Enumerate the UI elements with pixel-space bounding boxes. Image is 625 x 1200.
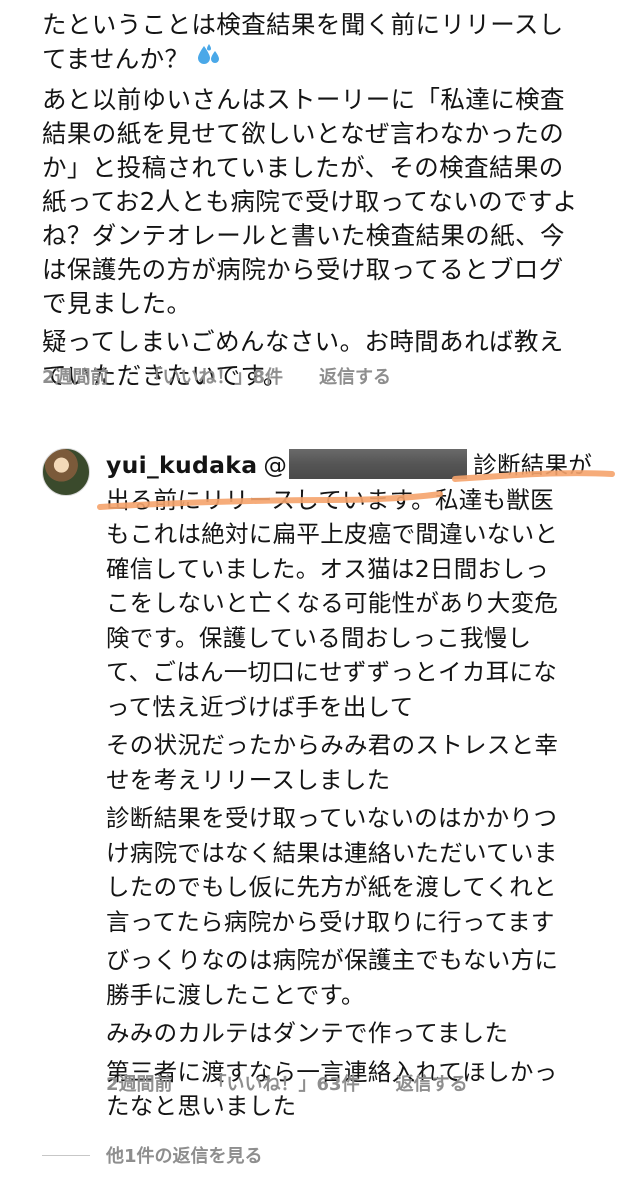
comment-text-line: か」と投稿されていましたが、その検査結果の: [42, 153, 564, 182]
comment-text-line: あと以前ゆいさんはストーリーに「私達に検査: [42, 85, 565, 114]
reply-paragraph: 診断結果を受け取っていないのはかかりつ け病院ではなく結果は連絡いただいていま …: [106, 801, 616, 939]
reply-paragraph: その状況だったからみみ君のストレスと幸 せを考えリリースしました: [106, 728, 616, 797]
redacted-mention: [289, 449, 468, 479]
mention-prefix: @: [263, 451, 288, 479]
divider-line: [42, 1154, 90, 1156]
reply-paragraph: みみのカルテはダンテで作ってました: [106, 1016, 616, 1051]
comment-paragraph: あと以前ゆいさんはストーリーに「私達に検査 結果の紙を見せて欲しいとなぜ言わなか…: [42, 83, 602, 321]
reply-text-line: って怯え近づけば手を出して: [106, 692, 414, 721]
comment-thread: たということは検査結果を聞く前にリリースし てませんか？ あと以前ゆいさんはスト…: [0, 0, 625, 1200]
reply-button[interactable]: 返信する: [396, 1070, 468, 1096]
reply-text-line: みみのカルテはダンテで作ってました: [106, 1019, 509, 1047]
comment-timestamp: 2週間前: [42, 367, 109, 388]
reply-first-line: yui_kudaka @ 診断結果が: [106, 448, 616, 483]
reply-paragraph: びっくりなのは病院が保護主でもない方に 勝手に渡したことです。: [106, 943, 616, 1012]
view-more-replies-label: 他1件の返信を見る: [106, 1146, 263, 1167]
reply-text-line: せを考えリリースしました: [106, 765, 391, 794]
comment-text-line: 紙ってお2人とも病院で受け取ってないのですよ: [42, 187, 578, 216]
reply-paragraph: yui_kudaka @ 診断結果が 出る前にリリースしています。私達も獣医 もこれ…: [106, 448, 616, 724]
reply-text-line: け病院ではなく結果は連絡いただいていま: [106, 838, 558, 867]
reply-text-line: 確信していました。オス猫は2日間おしっ: [106, 554, 549, 583]
sweat-droplets-icon: [195, 42, 223, 79]
reply-text-line: 出る前にリリースしています。私達も獣医: [106, 485, 554, 514]
reply-text-line: て、ごはん一切口にせずずっとイカ耳にな: [106, 658, 558, 686]
reply-likes-link[interactable]: 「いいね！」63件: [209, 1070, 360, 1096]
reply-text-line: 診断結果を受け取っていないのはかかりつ: [106, 804, 558, 832]
reply-timestamp: 2週間前: [106, 1074, 173, 1095]
reply-text-line: びっくりなのは病院が保護主でもない方に: [106, 946, 559, 974]
comment-text-line: てませんか？: [42, 42, 602, 79]
comment-text-line: 結果の紙を見せて欲しいとなぜ言わなかったの: [42, 119, 565, 148]
reply-text-line: 勝手に渡したことです。: [106, 980, 365, 1009]
reply-text-line: 険です。保護している間おしっこ我慢し: [106, 623, 532, 652]
comment-text-line: ね？ダンテオレールと書いた検査結果の紙、今: [42, 221, 565, 250]
reply-text-line: その状況だったからみみ君のストレスと幸: [106, 731, 559, 759]
reply-meta: 2週間前 「いいね！」63件 返信する: [106, 1070, 468, 1096]
reply-button[interactable]: 返信する: [319, 363, 391, 389]
comment-text-line: 疑ってしまいごめんなさい。お時間あれば教え: [42, 327, 564, 356]
reply-body: yui_kudaka @ 診断結果が 出る前にリリースしています。私達も獣医 もこれ…: [106, 448, 616, 1128]
comment-text-line: は保護先の方が病院から受け取ってるとブログ: [42, 255, 564, 284]
comment-paragraph: たということは検査結果を聞く前にリリースし てませんか？: [42, 8, 602, 79]
reply-text-line: 言ってたら病院から受け取りに行ってます: [106, 907, 555, 936]
reply-text-line: もこれは絶対に扁平上皮癌で間違いないと: [106, 520, 559, 548]
comment-meta: 2週間前 「いいね！」8件 返信する: [42, 363, 391, 389]
comment-likes-link[interactable]: 「いいね！」8件: [145, 363, 284, 389]
view-more-replies-button[interactable]: 他1件の返信を見る: [42, 1142, 263, 1168]
reply-text: 診断結果が: [473, 451, 593, 479]
parent-comment: たということは検査結果を聞く前にリリースし てませんか？ あと以前ゆいさんはスト…: [42, 8, 602, 397]
comment-text-line: で見ました。: [42, 289, 192, 318]
reply-text-line: したのでもし仮に先方が紙を渡してくれと: [106, 873, 557, 901]
username-link[interactable]: yui_kudaka: [106, 451, 257, 479]
reply-text-line: こをしないと亡くなる可能性があり大変危: [106, 589, 559, 617]
avatar[interactable]: [42, 448, 90, 496]
comment-text-line: たということは検査結果を聞く前にリリースし: [42, 10, 564, 39]
comment-text: てませんか？: [42, 44, 190, 74]
